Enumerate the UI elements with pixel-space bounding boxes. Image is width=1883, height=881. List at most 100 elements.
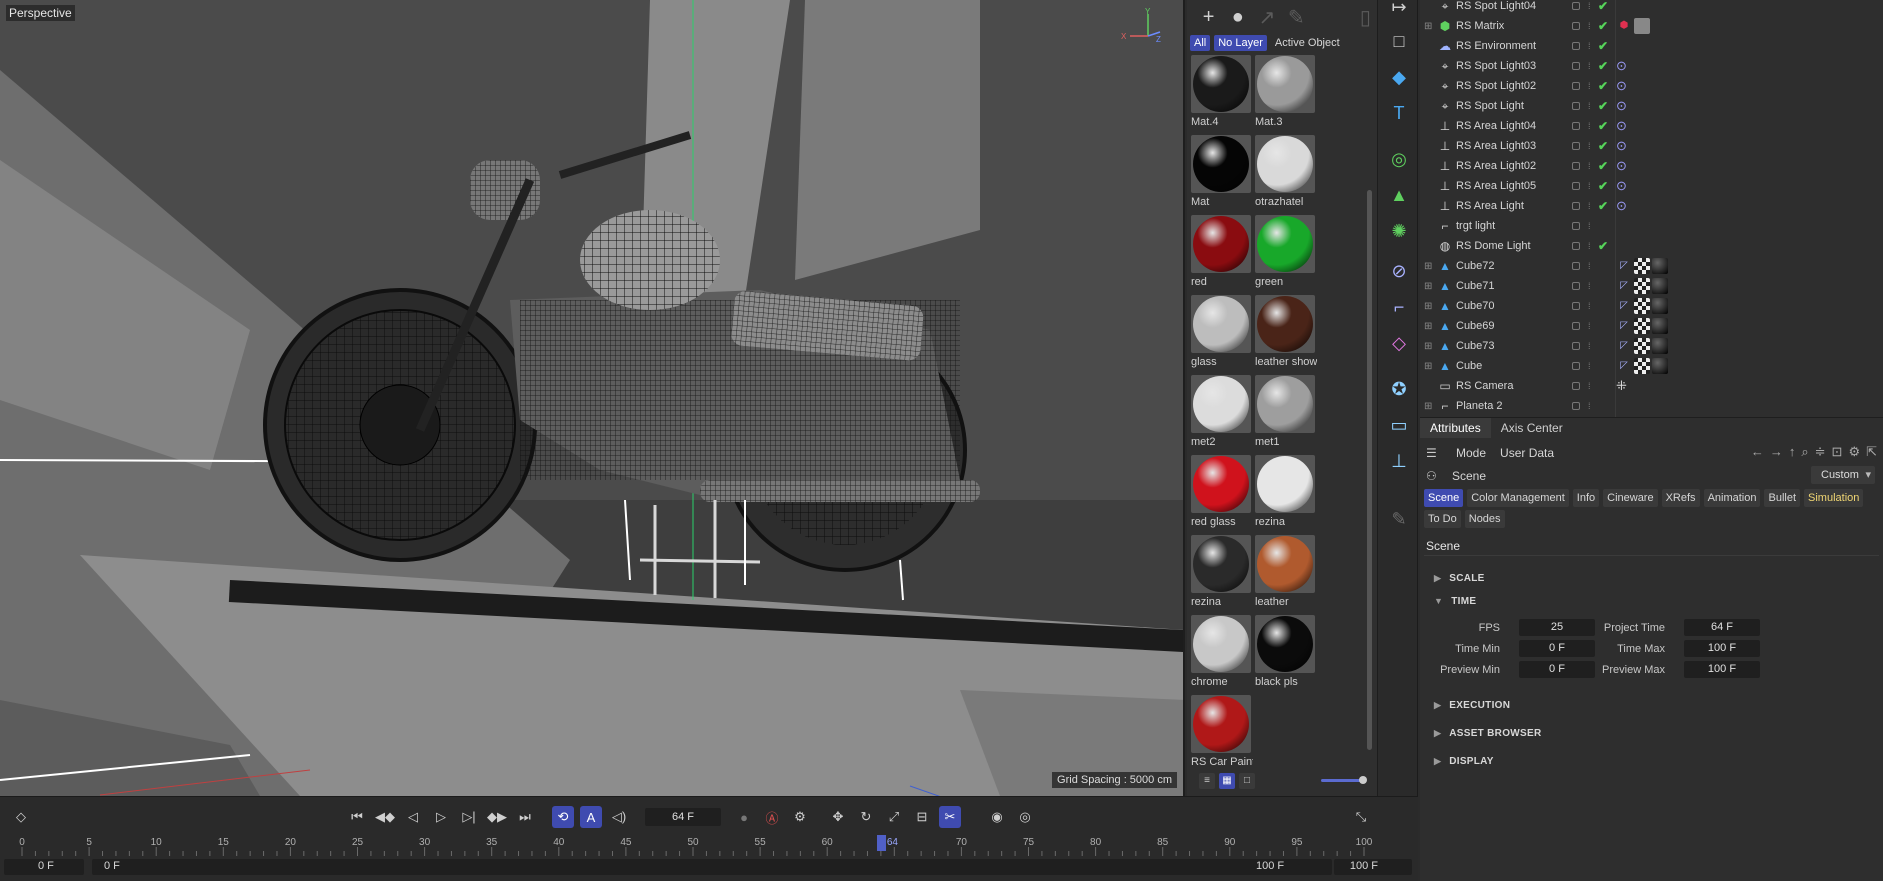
- object-row[interactable]: ⌖ RS Spot Light04 ⁞ ✔: [1420, 0, 1883, 16]
- layer-box-icon[interactable]: [1572, 302, 1580, 310]
- object-row[interactable]: ☁ RS Environment ⁞ ✔: [1420, 36, 1883, 56]
- visibility-dots-icon[interactable]: ⁞: [1588, 361, 1591, 371]
- object-name[interactable]: Cube71: [1456, 280, 1495, 292]
- effector-icon[interactable]: ✺: [1386, 218, 1412, 244]
- uvw-tag-icon[interactable]: [1634, 258, 1650, 274]
- field-icon[interactable]: ◇: [1386, 330, 1412, 356]
- target-tag-icon[interactable]: ⊙: [1616, 78, 1627, 94]
- sculpt-icon[interactable]: ✎: [1386, 506, 1412, 532]
- text-spline-icon[interactable]: T: [1386, 100, 1412, 126]
- section-display[interactable]: ▶ DISPLAY: [1434, 756, 1494, 767]
- group-tab-cineware[interactable]: Cineware: [1603, 489, 1658, 507]
- cube-primitive-icon[interactable]: ◆: [1386, 64, 1412, 90]
- layer-box-icon[interactable]: [1572, 102, 1580, 110]
- enabled-check-icon[interactable]: ✔: [1598, 159, 1608, 173]
- section-scale[interactable]: ▶ SCALE: [1434, 573, 1485, 584]
- material-swatch[interactable]: black pls: [1254, 614, 1318, 694]
- timeline-settings-icon[interactable]: ◎: [1014, 806, 1036, 828]
- material-swatch[interactable]: Mat: [1190, 134, 1254, 214]
- key-parameter-icon[interactable]: ⊟: [911, 806, 933, 828]
- material-tag-icon[interactable]: [1652, 338, 1668, 354]
- material-swatch[interactable]: chrome: [1190, 614, 1254, 694]
- object-name[interactable]: RS Spot Light: [1456, 100, 1524, 112]
- object-name[interactable]: RS Area Light03: [1456, 140, 1536, 152]
- enabled-check-icon[interactable]: ✔: [1598, 0, 1608, 13]
- key-scale-icon[interactable]: ⤢: [883, 806, 905, 828]
- object-row[interactable]: ⊥ RS Area Light04 ⁞ ✔ ⊙: [1420, 116, 1883, 136]
- phong-tag-icon[interactable]: ◸: [1616, 258, 1632, 274]
- object-name[interactable]: RS Dome Light: [1456, 240, 1531, 252]
- visibility-dots-icon[interactable]: ⁞: [1588, 141, 1591, 151]
- object-name[interactable]: Cube73: [1456, 340, 1495, 352]
- group-tab-xrefs[interactable]: XRefs: [1661, 489, 1700, 507]
- layer-box-icon[interactable]: [1572, 342, 1580, 350]
- deformer-icon[interactable]: ⊘: [1386, 258, 1412, 284]
- object-row[interactable]: ▭ RS Camera ⁞ ⁜: [1420, 376, 1883, 396]
- expand-toggle-icon[interactable]: ⊞: [1424, 301, 1434, 312]
- keyframe-diamond-icon[interactable]: ◇: [10, 806, 32, 828]
- object-name[interactable]: RS Spot Light02: [1456, 80, 1536, 92]
- preview-min-field[interactable]: 0 F: [1519, 661, 1595, 678]
- object-name[interactable]: RS Matrix: [1456, 20, 1504, 32]
- filter-no-layer[interactable]: No Layer: [1214, 35, 1267, 51]
- layer-box-icon[interactable]: [1572, 182, 1580, 190]
- object-row[interactable]: ⌐ trgt light ⁞: [1420, 216, 1883, 236]
- layer-box-icon[interactable]: [1572, 2, 1580, 10]
- current-frame-field[interactable]: 64 F: [645, 808, 721, 826]
- material-swatch[interactable]: met1: [1254, 374, 1318, 454]
- visibility-dots-icon[interactable]: ⁞: [1588, 301, 1591, 311]
- material-swatch[interactable]: glass: [1190, 294, 1254, 374]
- enabled-check-icon[interactable]: ✔: [1598, 99, 1608, 113]
- target-tag-icon[interactable]: ⊙: [1616, 58, 1627, 74]
- up-arrow-icon[interactable]: ↑: [1789, 444, 1796, 460]
- hamburger-menu-icon[interactable]: ☰: [1426, 446, 1442, 460]
- uvw-tag-icon[interactable]: [1634, 338, 1650, 354]
- expand-toggle-icon[interactable]: ⊞: [1424, 321, 1434, 332]
- object-row[interactable]: ⌖ RS Spot Light ⁞ ✔ ⊙: [1420, 96, 1883, 116]
- time-max-field[interactable]: 100 F: [1684, 640, 1760, 657]
- filter-icon[interactable]: ≑: [1815, 444, 1826, 460]
- layer-box-icon[interactable]: [1572, 402, 1580, 410]
- uvw-tag-icon[interactable]: [1634, 278, 1650, 294]
- audio-icon[interactable]: ◁): [608, 806, 630, 828]
- phong-tag-icon[interactable]: ◸: [1616, 338, 1632, 354]
- material-swatch[interactable]: Mat.3: [1254, 54, 1318, 134]
- object-row[interactable]: ⊥ RS Area Light02 ⁞ ✔ ⊙: [1420, 156, 1883, 176]
- expand-toggle-icon[interactable]: ⊞: [1424, 361, 1434, 372]
- material-swatch[interactable]: rezina: [1254, 454, 1318, 534]
- object-name[interactable]: Planeta 2: [1456, 400, 1502, 412]
- visibility-dots-icon[interactable]: ⁞: [1588, 321, 1591, 331]
- material-tag-icon[interactable]: [1652, 298, 1668, 314]
- material-swatch[interactable]: red: [1190, 214, 1254, 294]
- layer-box-icon[interactable]: [1572, 122, 1580, 130]
- time-min-field[interactable]: 0 F: [1519, 640, 1595, 657]
- visibility-dots-icon[interactable]: ⁞: [1588, 381, 1591, 391]
- section-execution[interactable]: ▶ EXECUTION: [1434, 700, 1510, 711]
- target-tag-icon[interactable]: ⊙: [1616, 98, 1627, 114]
- layer-box-icon[interactable]: [1572, 282, 1580, 290]
- expand-toggle-icon[interactable]: ⊞: [1424, 401, 1434, 412]
- light-tool-icon[interactable]: ⊥: [1386, 448, 1412, 474]
- layer-box-icon[interactable]: [1572, 382, 1580, 390]
- target-tag-icon[interactable]: ⊙: [1616, 158, 1627, 174]
- material-swatch[interactable]: red glass: [1190, 454, 1254, 534]
- camera-tag-icon[interactable]: ⁜: [1616, 378, 1627, 394]
- material-tag-icon[interactable]: [1652, 278, 1668, 294]
- object-row[interactable]: ⊥ RS Area Light05 ⁞ ✔ ⊙: [1420, 176, 1883, 196]
- visibility-dots-icon[interactable]: ⁞: [1588, 281, 1591, 291]
- matrix-tag-icon[interactable]: ⬢: [1616, 18, 1632, 34]
- expand-toggle-icon[interactable]: ⊞: [1424, 281, 1434, 292]
- viewport-title[interactable]: Perspective: [6, 5, 75, 21]
- enabled-check-icon[interactable]: ✔: [1598, 79, 1608, 93]
- frame-icon[interactable]: □: [1386, 28, 1412, 54]
- visibility-dots-icon[interactable]: ⁞: [1588, 261, 1591, 271]
- playhead[interactable]: [876, 835, 886, 851]
- layer-box-icon[interactable]: [1572, 62, 1580, 70]
- preview-range-bar[interactable]: [92, 859, 1332, 875]
- enabled-check-icon[interactable]: ✔: [1598, 39, 1608, 53]
- enabled-check-icon[interactable]: ✔: [1598, 239, 1608, 253]
- material-swatch[interactable]: rezina: [1190, 534, 1254, 614]
- expand-toggle-icon[interactable]: ⊞: [1424, 21, 1434, 32]
- generator-icon[interactable]: ◎: [1386, 146, 1412, 172]
- visibility-dots-icon[interactable]: ⁞: [1588, 1, 1591, 11]
